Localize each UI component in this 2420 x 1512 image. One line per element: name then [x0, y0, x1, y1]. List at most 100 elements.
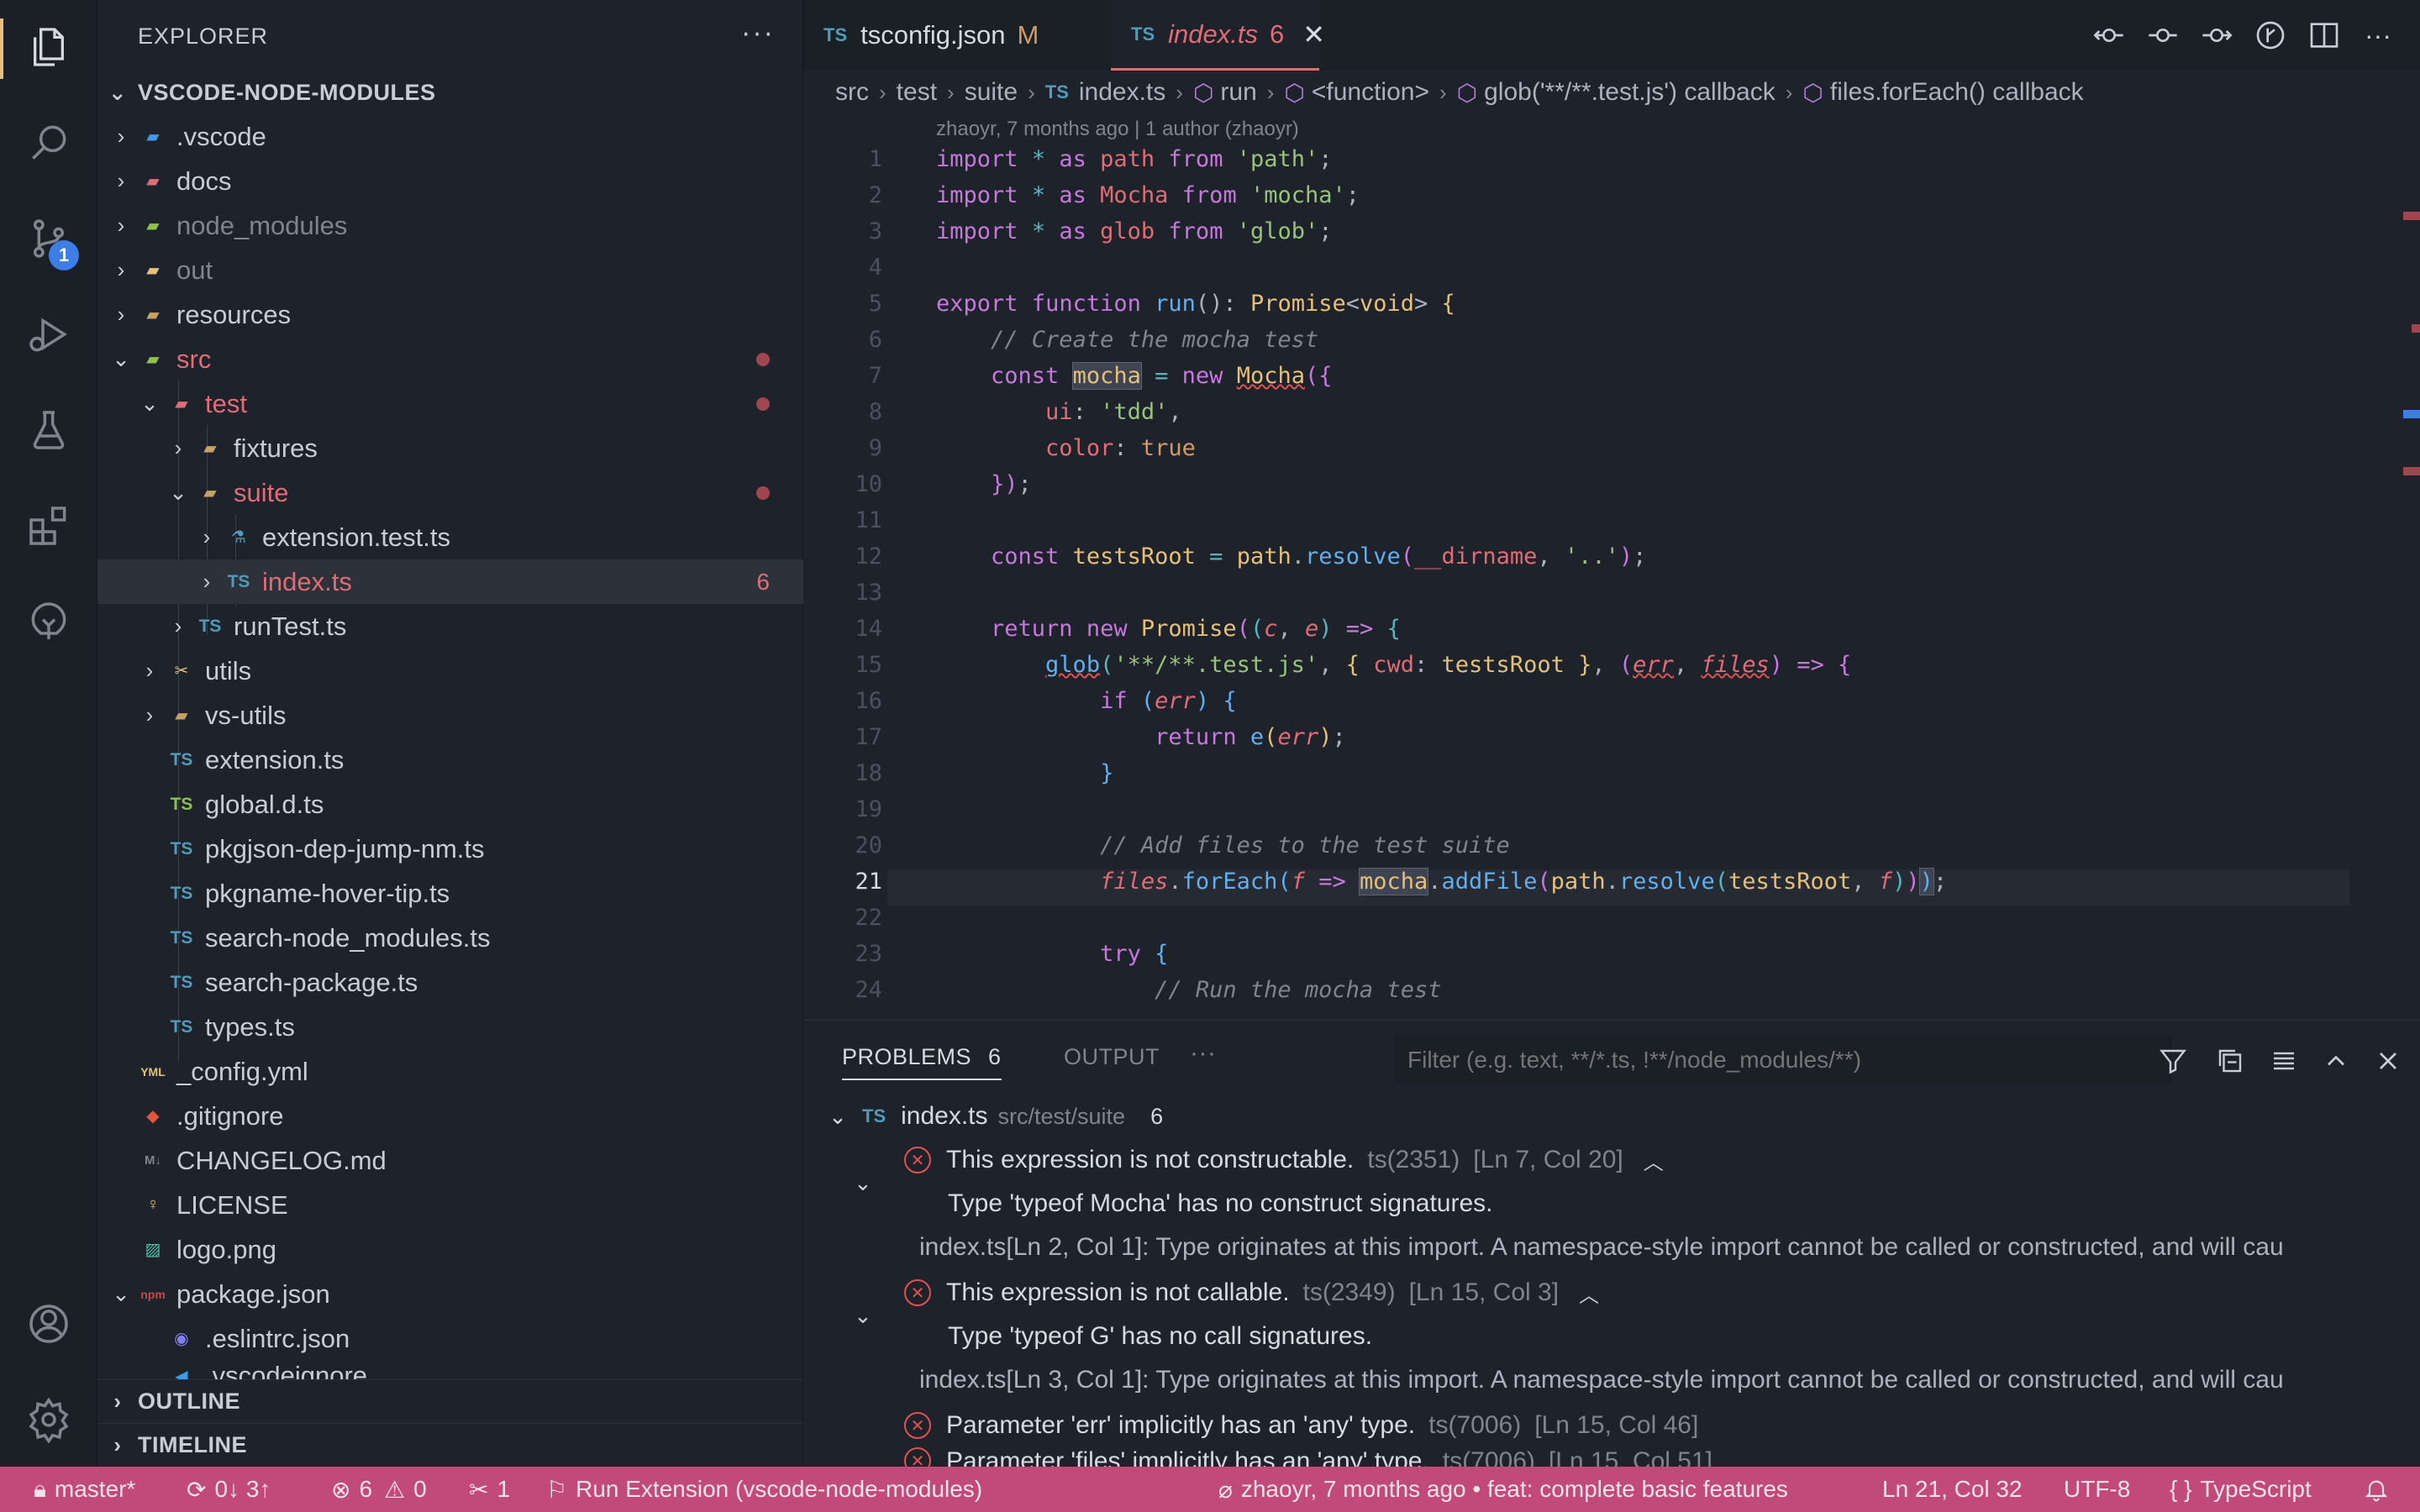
tree-item-global-d-ts[interactable]: TS global.d.ts — [97, 782, 803, 827]
problem-related[interactable]: index.ts[Ln 3, Col 1]: Type originates a… — [803, 1358, 2420, 1402]
breadcrumb-item[interactable]: suite — [965, 78, 1018, 107]
tree-item-out-folder[interactable]: › ▰ out — [97, 248, 803, 292]
tree-item-index-ts[interactable]: › TS index.ts 6 — [97, 559, 803, 604]
tree-item-config-yml[interactable]: YML _config.yml — [97, 1049, 803, 1094]
problem-row[interactable]: ✕ This expression is not callable. ts(23… — [803, 1271, 2420, 1315]
workspace-root[interactable]: ⌄ VSCODE-NODE-MODULES — [97, 71, 803, 114]
breadcrumb-item[interactable]: <function> — [1312, 78, 1429, 107]
view-as-list-icon[interactable] — [2265, 1042, 2302, 1079]
tree-item-vs-utils-folder[interactable]: › ▰ vs-utils — [97, 693, 803, 738]
tree-item-package-json[interactable]: ⌄ npm package.json — [97, 1272, 803, 1316]
tree-item-docs-folder[interactable]: › ▰ docs — [97, 159, 803, 203]
typescript-file-icon: TS — [1131, 23, 1155, 45]
tree-item-vscode-folder[interactable]: › ▰ .vscode — [97, 114, 803, 159]
tree-item-suite-folder[interactable]: ⌄ ▰ suite — [97, 470, 803, 515]
filter-icon[interactable] — [2154, 1042, 2191, 1079]
timeline-section[interactable]: › TIMELINE — [97, 1423, 803, 1467]
collapse-all-icon[interactable] — [2212, 1042, 2249, 1079]
testing-icon[interactable] — [24, 405, 74, 455]
tree-item-label: types.ts — [205, 1011, 295, 1042]
status-language[interactable]: { } TypeScript — [2170, 1467, 2312, 1512]
overview-ruler-error — [2412, 324, 2420, 333]
status-encoding[interactable]: UTF-8 — [2064, 1467, 2130, 1512]
problem-message: This expression is not constructable. — [946, 1146, 1355, 1173]
tab-index-ts[interactable]: TS index.ts 6 ✕ — [1111, 0, 1325, 71]
tree-item-node-modules-folder[interactable]: › ▰ node_modules — [97, 203, 803, 248]
tree-item-eslintrc[interactable]: ◉ .eslintrc.json — [97, 1316, 803, 1361]
status-problems[interactable]: ⊗ 6 ⚠ 0 — [331, 1467, 427, 1512]
breadcrumb-item[interactable]: src — [835, 78, 869, 107]
tree-item-label: CHANGELOG.md — [176, 1145, 387, 1175]
settings-gear-icon[interactable] — [24, 1394, 74, 1445]
chevron-right-icon: › — [203, 524, 211, 549]
status-run-extension[interactable]: ⚐ Run Extension (vscode-node-modules) — [546, 1467, 982, 1512]
account-icon[interactable] — [24, 1299, 74, 1349]
breadcrumb-item[interactable]: files.forEach() callback — [1830, 78, 2084, 107]
close-icon[interactable]: ✕ — [1302, 18, 1325, 50]
maximize-panel-icon[interactable] — [2317, 1042, 2354, 1079]
tree-item-pkgname-hover[interactable]: TS pkgname-hover-tip.ts — [97, 871, 803, 916]
search-icon[interactable] — [24, 118, 74, 168]
remote-explorer-icon[interactable] — [24, 596, 74, 647]
status-tools[interactable]: ✂ 1 — [469, 1467, 510, 1512]
problem-row[interactable]: ✕ This expression is not constructable. … — [803, 1138, 2420, 1182]
breadcrumb-item[interactable]: glob('**/**.test.js') callback — [1484, 78, 1776, 107]
tree-item-label: package.json — [176, 1278, 330, 1309]
tree-item-types-ts[interactable]: TS types.ts — [97, 1005, 803, 1049]
outline-section[interactable]: › OUTLINE — [97, 1379, 803, 1423]
problems-filter-input[interactable] — [1395, 1036, 2171, 1084]
code-editor[interactable]: zhaoyr, 7 months ago | 1 author (zhaoyr)… — [803, 114, 2420, 1020]
typescript-file-icon: TS — [227, 571, 250, 591]
problem-related[interactable]: index.ts[Ln 2, Col 1]: Type originates a… — [803, 1226, 2420, 1269]
tree-item-search-package[interactable]: TS search-package.ts — [97, 960, 803, 1005]
status-sync[interactable]: ⟳ 0↓ 3↑ — [187, 1467, 271, 1512]
git-compare-icon[interactable] — [2091, 17, 2128, 54]
problems-file-group[interactable]: ⌄ TS index.ts src/test/suite 6 — [803, 1095, 2420, 1138]
breadcrumb-item[interactable]: test — [897, 78, 937, 107]
problem-message: Parameter 'err' implicitly has an 'any' … — [946, 1411, 1416, 1439]
git-previous-change-icon[interactable] — [2144, 17, 2181, 54]
editor-more-icon[interactable]: ··· — [2360, 17, 2396, 54]
status-cursor-position[interactable]: Ln 21, Col 32 — [1882, 1467, 2023, 1512]
split-editor-icon[interactable] — [2306, 17, 2343, 54]
tab-output[interactable]: OUTPUT — [1064, 1044, 1160, 1070]
file-group-name: index.ts — [901, 1102, 988, 1130]
tree-item-extension-ts[interactable]: TS extension.ts — [97, 738, 803, 782]
notifications-bell-icon[interactable] — [2363, 1467, 2390, 1512]
tree-item-src-folder[interactable]: ⌄ ▰ src — [97, 337, 803, 381]
status-git-blame[interactable]: ⌀ zhaoyr, 7 months ago • feat: complete b… — [1218, 1467, 1788, 1512]
tab-problems[interactable]: PROBLEMS 6 — [842, 1044, 1002, 1080]
breadcrumb-item[interactable]: index.ts — [1079, 78, 1165, 107]
tree-item-label: pkgname-hover-tip.ts — [205, 878, 450, 908]
panel-more-button[interactable]: ··· — [1190, 1039, 1216, 1068]
tree-item-vscodeignore[interactable]: ◀ .vscodeignore — [97, 1361, 803, 1379]
close-panel-icon[interactable] — [2370, 1042, 2407, 1079]
chevron-up-icon[interactable]: ︿ — [1579, 1278, 1599, 1308]
tree-item-utils-folder[interactable]: › ✂ utils — [97, 648, 803, 693]
tree-item-changelog[interactable]: M↓ CHANGELOG.md — [97, 1138, 803, 1183]
tree-item-pkgjson-dep-jump[interactable]: TS pkgjson-dep-jump-nm.ts — [97, 827, 803, 871]
tree-item-runtest-ts[interactable]: › TS runTest.ts — [97, 604, 803, 648]
tree-item-resources-folder[interactable]: › ▰ resources — [97, 292, 803, 337]
codelens-blame[interactable]: zhaoyr, 7 months ago | 1 author (zhaoyr) — [936, 118, 1299, 141]
tree-item-extension-test-ts[interactable]: › ⚗ extension.test.ts — [97, 515, 803, 559]
tree-item-search-node-modules[interactable]: TS search-node_modules.ts — [97, 916, 803, 960]
open-changes-icon[interactable] — [2252, 17, 2289, 54]
explorer-more-button[interactable]: ··· — [741, 17, 775, 50]
run-debug-icon[interactable] — [24, 309, 74, 360]
status-branch[interactable]: 🔒︎ master* — [34, 1467, 135, 1512]
git-next-change-icon[interactable] — [2198, 17, 2235, 54]
tree-item-test-folder[interactable]: ⌄ ▰ test — [97, 381, 803, 426]
breadcrumb-item[interactable]: run — [1220, 78, 1256, 107]
extensions-icon[interactable] — [24, 501, 74, 551]
function-symbol-icon: ⬡ — [1802, 79, 1823, 106]
problem-row[interactable]: ✕ Parameter 'err' implicitly has an 'any… — [803, 1404, 2420, 1447]
tab-tsconfig-json[interactable]: TS tsconfig.json M — [803, 0, 1111, 71]
tree-item-license[interactable]: ♀ LICENSE — [97, 1183, 803, 1227]
tree-item-gitignore[interactable]: ◆ .gitignore — [97, 1094, 803, 1138]
tree-item-logo-png[interactable]: ▨ logo.png — [97, 1227, 803, 1272]
chevron-up-icon[interactable]: ︿ — [1644, 1146, 1664, 1175]
problem-row[interactable]: ✕ Parameter 'files' implicitly has an 'a… — [803, 1447, 2420, 1467]
explorer-icon[interactable] — [24, 22, 74, 72]
tree-item-fixtures-folder[interactable]: › ▰ fixtures — [97, 426, 803, 470]
